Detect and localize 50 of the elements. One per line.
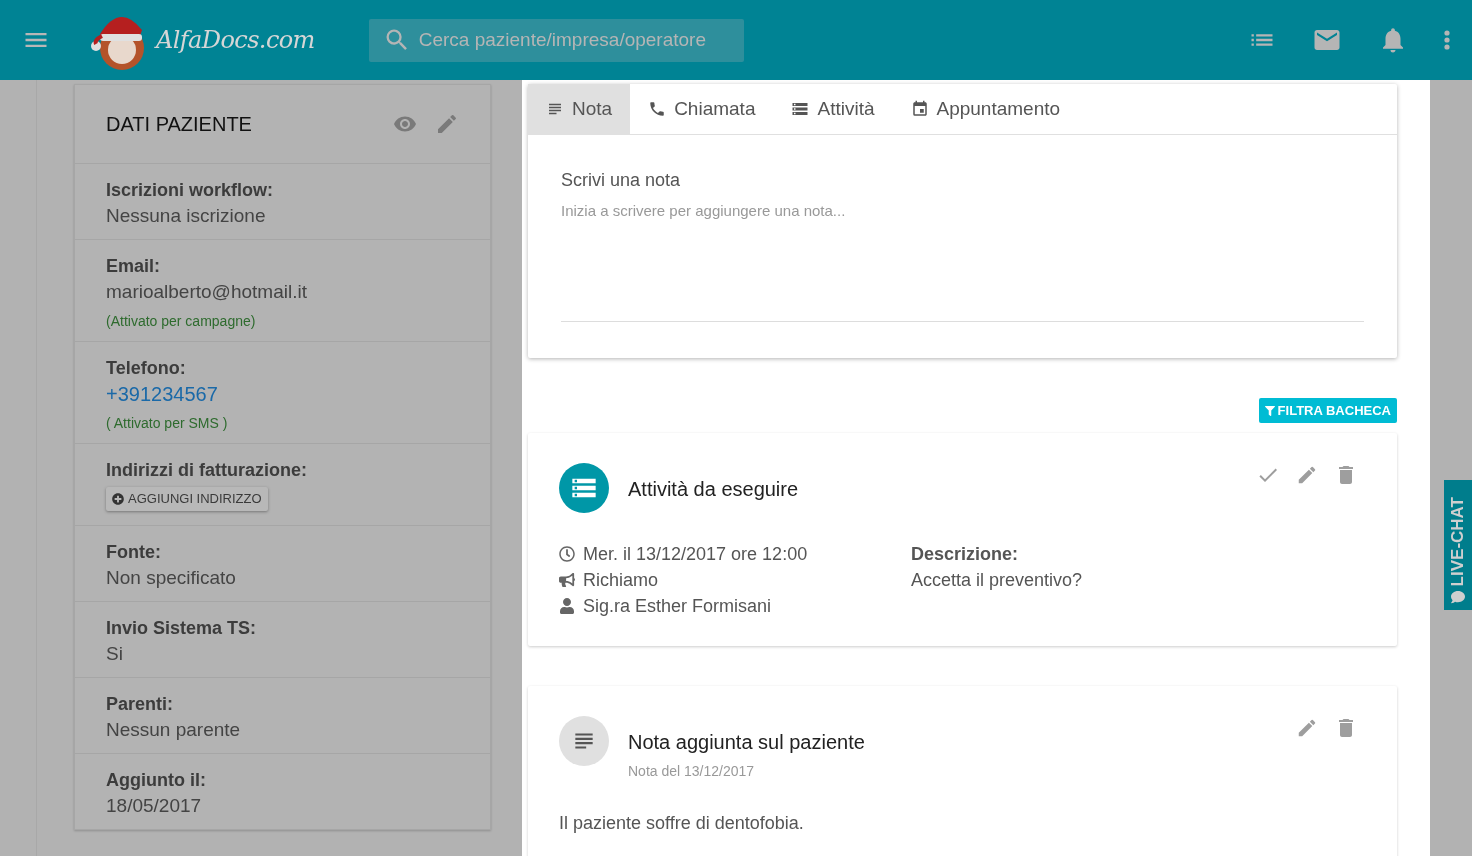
note-avatar-icon (559, 716, 609, 766)
chat-icon (1451, 590, 1465, 604)
note-field[interactable]: Inizia a scrivere per aggiungere una nota... (561, 200, 1364, 322)
field-label: Fonte: (106, 540, 162, 564)
user-icon (559, 598, 575, 614)
field-value: Nessun parente (106, 717, 242, 742)
field-label: Telefono: (106, 357, 187, 380)
phone-icon (648, 100, 667, 118)
plus-icon (112, 492, 124, 505)
pencil-icon (435, 112, 459, 136)
edit-button[interactable] (435, 112, 459, 136)
more-vertical-icon (1444, 30, 1450, 50)
task-avatar-icon (559, 463, 609, 513)
logo-text: AlfaDocs.com (156, 25, 315, 56)
description-label: Descrizione: (911, 543, 1020, 566)
activation-note: ( Attivato per SMS ) (106, 414, 229, 433)
stacked-bars-icon (791, 100, 810, 118)
description-text: Accetta il preventivo? (911, 569, 1083, 592)
live-chat-tab[interactable]: LIVE-CHAT (1444, 480, 1472, 610)
entry-title: Attività da eseguire (628, 477, 799, 502)
pencil-icon (1296, 464, 1318, 486)
field-label: Parenti: (106, 692, 175, 716)
field-label: Invio Sistema TS: (106, 616, 258, 640)
add-address-button[interactable]: AGGIUNGI INDIRIZZO (106, 487, 268, 511)
clock-icon (559, 546, 575, 562)
field-value: 18/05/2017 (106, 793, 203, 818)
task-detail: Mer. il 13/12/2017 ore 12:00 (583, 542, 808, 566)
field-value: Nessuna iscrizione (106, 204, 267, 228)
field-value: marioalberto@hotmail.it (106, 280, 308, 304)
more-options-button[interactable] (1444, 30, 1450, 50)
megaphone-icon (559, 572, 575, 588)
activation-note: (Attivato per campagne) (106, 312, 257, 331)
task-detail: Sig.ra Esther Formisani (583, 594, 772, 618)
task-detail: Richiamo (583, 568, 659, 592)
filter-icon (1264, 405, 1275, 416)
card-title: DATI PAZIENTE (106, 112, 252, 137)
calendar-icon (910, 100, 929, 118)
search-field[interactable]: Cerca paziente/impresa/operatore (368, 18, 744, 62)
field-label: Aggiunto il: (106, 768, 207, 792)
entry-date: Nota del 13/12/2017 (628, 762, 756, 781)
field-label: Email: (106, 255, 162, 278)
pencil-icon (1296, 717, 1318, 739)
field-value: Non specificato (106, 565, 237, 590)
tab[interactable]: Nota (528, 84, 631, 134)
field-value: Si (106, 641, 124, 666)
field-label: Indirizzi di fatturazione: (106, 459, 308, 482)
compose-title: Scrivi una nota (561, 169, 682, 192)
note-text: Il paziente soffre di dentofobia. (559, 812, 805, 835)
field-label: Iscrizioni workflow: (106, 179, 275, 202)
entry-title: Nota aggiunta sul paziente (628, 730, 865, 755)
